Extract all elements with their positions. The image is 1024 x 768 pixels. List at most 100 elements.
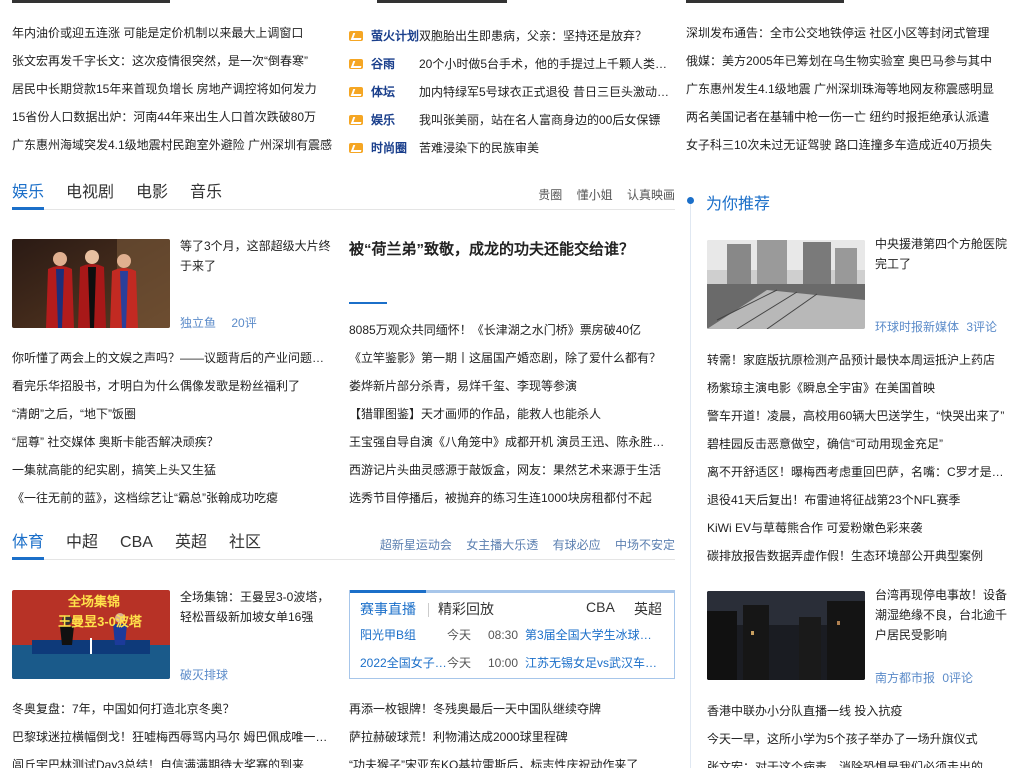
- source-label[interactable]: 独立鱼: [180, 316, 216, 330]
- list-item[interactable]: “功夫猴子”宋亚东KO基拉雷斯后，标志性庆祝动作来了: [349, 755, 669, 768]
- list-item[interactable]: 萨拉赫破球荒！利物浦达成2000球里程碑: [349, 727, 669, 755]
- list-item[interactable]: 两名美国记者在基辅中枪一伤一亡 纽约时报拒绝承认派遣: [686, 106, 1006, 134]
- match-name[interactable]: 第3届全国大学生冰球锦标赛: [525, 621, 661, 649]
- list-item[interactable]: 看完乐华招股书，才明白为什么偶像发歌是粉丝福利了: [12, 376, 336, 404]
- list-item[interactable]: 时尚圈 苦难浸染下的民族审美: [349, 134, 675, 162]
- list-item[interactable]: 8085万观众共同缅怀！《长津湖之水门桥》票房破40亿: [349, 320, 669, 348]
- list-item[interactable]: 《立竿鉴影》第一期丨这届国产婚恋剧，除了爱什么都有？: [349, 348, 669, 376]
- list-item[interactable]: 广东惠州海域突发4.1级地震村民跑室外避险 广州深圳有震感: [12, 134, 334, 162]
- rec-feature-title-1[interactable]: 中央援港第四个方舱医院完工了: [875, 234, 1009, 274]
- list-item[interactable]: 再添一枚银牌！冬残奥最后一天中国队继续夺牌: [349, 699, 669, 727]
- list-item[interactable]: 张文宏再发千字长文：这次疫情很突然，是一次“倒春寒”: [12, 50, 334, 78]
- source-label[interactable]: 环球时报新媒体: [875, 320, 959, 334]
- list-item[interactable]: 选秀节目停播后，被抛弃的练习生连1000块房租都付不起: [349, 488, 669, 516]
- list-item-text[interactable]: 我叫张美丽，站在名人富商身边的00后女保镖: [419, 109, 675, 131]
- tab-tv[interactable]: 电视剧: [66, 180, 114, 210]
- tab-cba[interactable]: CBA: [120, 530, 153, 560]
- link-lottery[interactable]: 女主播大乐透: [466, 538, 538, 552]
- list-item[interactable]: 转需！家庭版抗原检测产品预计最快本周运抵沪上药店: [707, 350, 1007, 378]
- list-item[interactable]: 年内油价或迎五连涨 可能是定价机制以来最大上调窗口: [12, 22, 334, 50]
- list-item-text[interactable]: 苦难浸染下的民族审美: [419, 137, 675, 159]
- list-item[interactable]: 巴黎球迷拉横幅倒戈！狂嘘梅西辱骂内马尔 姆巴佩成唯一宠儿: [12, 727, 336, 755]
- tab-epl[interactable]: 英超: [175, 530, 207, 560]
- tab-ent[interactable]: 娱乐: [12, 180, 45, 210]
- list-item[interactable]: 俄媒：美方2005年已筹划在乌生物实验室 奥巴马参与其中: [686, 50, 1006, 78]
- ent-feature-image[interactable]: [12, 239, 170, 328]
- rec-feature-image-2[interactable]: [707, 591, 865, 680]
- channel-label[interactable]: 谷雨: [371, 53, 419, 75]
- ent-headline[interactable]: 被“荷兰弟”致敬，成龙的功夫还能交给谁？: [349, 238, 675, 259]
- list-item[interactable]: 娱乐 我叫张美丽，站在名人富商身边的00后女保镖: [349, 106, 675, 134]
- sport-feature-title[interactable]: 全场集锦：王曼昱3-0波塔，轻松晋级新加坡女单16强: [180, 587, 334, 627]
- list-item[interactable]: 碳排放报告数据弄虚作假！生态环境部公开典型案例: [707, 546, 1007, 574]
- list-item[interactable]: 你听懂了两会上的文娱之声吗？——议题背后的产业问题与发展趋势: [12, 348, 336, 376]
- list-item[interactable]: 警车开道！凌晨，高校用60辆大巴送学生，“快哭出来了”: [707, 406, 1007, 434]
- league-name[interactable]: 阳光甲B组: [360, 621, 448, 649]
- tab-csl[interactable]: 中超: [66, 530, 98, 560]
- tab-live-epl[interactable]: 英超: [634, 599, 662, 619]
- list-item[interactable]: 娄烨新片部分杀青，易烊千玺、李现等参演: [349, 376, 669, 404]
- comment-count[interactable]: 3评论: [966, 320, 997, 334]
- list-item-text[interactable]: 20个小时做5台手术，他的手提过上千颗人类的肺: [419, 53, 675, 75]
- list-item[interactable]: 居民中长期贷款15年来首现负增长 房地产调控将如何发力: [12, 78, 334, 106]
- tab-community[interactable]: 社区: [229, 530, 261, 560]
- list-item[interactable]: 退役41天后复出！布雷迪将征战第23个NFL赛季: [707, 490, 1007, 518]
- list-item[interactable]: 离不开舒适区！曝梅西考虑重回巴萨，名嘴：C罗才是巴萨的救星: [707, 462, 1007, 490]
- list-item[interactable]: KiWi EV与草莓熊合作 可爱粉嫩色彩来袭: [707, 518, 1007, 546]
- list-item[interactable]: 闾丘宇巴林测试Day3总结！自信满满期待大奖赛的到来: [12, 755, 336, 768]
- match-name[interactable]: 江苏无锡女足vs武汉车谷江大: [525, 649, 661, 677]
- list-item[interactable]: 女子科三10次未过无证驾驶 路口连撞多车造成近40万损失: [686, 134, 1006, 162]
- rec-feature-image-1[interactable]: [707, 240, 865, 329]
- channel-label[interactable]: 萤火计划: [371, 25, 419, 47]
- list-item[interactable]: 冬奥复盘：7年，中国如何打造北京冬奥？: [12, 699, 336, 727]
- list-item[interactable]: 碧桂园反击恶意做空，确信“可动用现金充足”: [707, 434, 1007, 462]
- comment-count[interactable]: 20评: [231, 316, 256, 330]
- list-item[interactable]: 今天一早，这所小学为5个孩子举办了一场升旗仪式: [707, 729, 1007, 757]
- top-image-mid[interactable]: [377, 0, 507, 3]
- list-item[interactable]: 广东惠州发生4.1级地震 广州深圳珠海等地网友称震感明显: [686, 78, 1006, 106]
- channel-label[interactable]: 体坛: [371, 81, 419, 103]
- list-item[interactable]: 深圳发布通告：全市公交地铁停运 社区小区等封闭式管理: [686, 22, 1006, 50]
- top-image-left[interactable]: [12, 0, 170, 3]
- list-item[interactable]: 体坛 加内特绿军5号球衣正式退役 昔日三巨头激动落泪: [349, 78, 675, 106]
- list-item[interactable]: 西游记片头曲灵感源于敲饭盒，网友：果然艺术来源于生活: [349, 460, 669, 488]
- list-item[interactable]: 15省份人口数据出炉：河南44年来出生人口首次跌破80万: [12, 106, 334, 134]
- list-item[interactable]: 杨紫琼主演电影《瞬息全宇宙》在美国首映: [707, 378, 1007, 406]
- list-item[interactable]: “清朗”之后，“地下”饭圈: [12, 404, 336, 432]
- ent-feature-title[interactable]: 等了3个月，这部超级大片终于来了: [180, 236, 334, 276]
- list-item[interactable]: 一集就高能的纪实剧，搞笑上头又生猛: [12, 460, 336, 488]
- link-zhongchang[interactable]: 中场不安定: [615, 538, 675, 552]
- link-youqiu[interactable]: 有球必应: [553, 538, 601, 552]
- link-guiquan[interactable]: 贵圈: [538, 188, 562, 202]
- list-item[interactable]: 谷雨 20个小时做5台手术，他的手提过上千颗人类的肺: [349, 50, 675, 78]
- comment-count[interactable]: 0评论: [942, 671, 973, 685]
- tab-sport[interactable]: 体育: [12, 530, 45, 560]
- channel-label[interactable]: 时尚圈: [371, 137, 419, 159]
- list-item[interactable]: 【猎罪图鉴】天才画师的作品，能救人也能杀人: [349, 404, 669, 432]
- tab-movie[interactable]: 电影: [136, 180, 168, 210]
- list-item[interactable]: 张文宏：对于这个病毒，消除恐惧是我们必须走出的第一步: [707, 757, 1007, 768]
- list-item-text[interactable]: 双胞胎出生即患病，父亲：坚持还是放弃？: [419, 25, 675, 47]
- link-renzhen[interactable]: 认真映画: [627, 188, 675, 202]
- list-item[interactable]: 萤火计划 双胞胎出生即患病，父亲：坚持还是放弃？: [349, 22, 675, 50]
- sport-feature-image[interactable]: 全场集锦 王曼昱3-0波塔: [12, 590, 170, 679]
- sport-feature-source[interactable]: 破灭排球: [180, 666, 228, 683]
- tab-music[interactable]: 音乐: [190, 180, 222, 210]
- list-item[interactable]: “屈尊” 社交媒体 奥斯卡能否解决顽疾？: [12, 432, 336, 460]
- league-name[interactable]: 2022全国女子排球联赛: [360, 649, 448, 677]
- list-item-text[interactable]: 加内特绿军5号球衣正式退役 昔日三巨头激动落泪: [419, 81, 675, 103]
- source-label[interactable]: 南方都市报: [875, 671, 935, 685]
- tab-live[interactable]: 赛事直播: [350, 590, 426, 619]
- schedule-row[interactable]: 阳光甲B组 今天 08:30 第3届全国大学生冰球锦标赛: [350, 621, 674, 649]
- tab-live-cba[interactable]: CBA: [586, 599, 615, 615]
- channel-label[interactable]: 娱乐: [371, 109, 419, 131]
- list-item[interactable]: 香港中联办小分队直播一线 投入抗疫: [707, 701, 1007, 729]
- tab-replay[interactable]: 精彩回放: [438, 599, 494, 619]
- link-dongxiaojie[interactable]: 懂小姐: [577, 188, 613, 202]
- link-supernova[interactable]: 超新星运动会: [380, 538, 452, 552]
- top-image-right[interactable]: [686, 0, 844, 3]
- schedule-row[interactable]: 2022全国女子排球联赛 今天 10:00 江苏无锡女足vs武汉车谷江大: [350, 649, 674, 677]
- list-item[interactable]: 王宝强自导自演《八角笼中》成都开机 演员王迅、陈永胜等加盟: [349, 432, 669, 460]
- list-item[interactable]: 《一往无前的蓝》，这档综艺让“霸总”张翰成功吃瘪: [12, 488, 336, 516]
- rec-feature-title-2[interactable]: 台湾再现停电事故！设备潮湿绝缘不良，台北逾千户居民受影响: [875, 585, 1009, 645]
